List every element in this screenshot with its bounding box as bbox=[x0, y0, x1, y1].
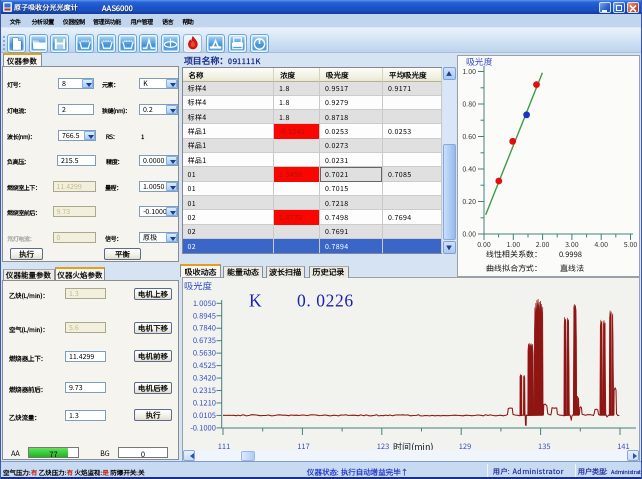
svg-text:K: K bbox=[249, 291, 262, 311]
svg-text:0.80: 0.80 bbox=[462, 100, 476, 110]
svg-text:4.00: 4.00 bbox=[594, 240, 608, 250]
svg-text:线性相关系数：: 线性相关系数： bbox=[486, 249, 542, 260]
svg-text:0.5630: 0.5630 bbox=[193, 348, 216, 359]
svg-text:0.9998: 0.9998 bbox=[559, 249, 582, 260]
svg-text:0.7840: 0.7840 bbox=[193, 323, 216, 334]
svg-text:0.40: 0.40 bbox=[462, 165, 476, 175]
svg-text:曲线拟合方式：: 曲线拟合方式： bbox=[486, 263, 542, 274]
svg-text:0.60: 0.60 bbox=[462, 132, 476, 142]
svg-text:5.00: 5.00 bbox=[624, 240, 638, 250]
svg-text:1.00: 1.00 bbox=[462, 67, 476, 77]
svg-text:吸光度: 吸光度 bbox=[184, 279, 213, 293]
svg-text:0.1210: 0.1210 bbox=[193, 397, 216, 408]
svg-text:0.00: 0.00 bbox=[462, 230, 476, 240]
svg-text:0.4525: 0.4525 bbox=[193, 360, 216, 371]
svg-text:0.8945: 0.8945 bbox=[193, 310, 216, 321]
svg-text:0. 0226: 0. 0226 bbox=[297, 291, 354, 311]
svg-text:1.0050: 1.0050 bbox=[193, 298, 216, 309]
svg-text:0.20: 0.20 bbox=[462, 197, 476, 207]
svg-text:0.2315: 0.2315 bbox=[193, 385, 216, 396]
svg-text:直线法: 直线法 bbox=[560, 263, 584, 274]
svg-text:-0.1000: -0.1000 bbox=[190, 422, 216, 433]
svg-text:0.3420: 0.3420 bbox=[193, 373, 216, 384]
svg-text:0.0105: 0.0105 bbox=[193, 410, 216, 421]
svg-text:0.6735: 0.6735 bbox=[193, 335, 216, 346]
